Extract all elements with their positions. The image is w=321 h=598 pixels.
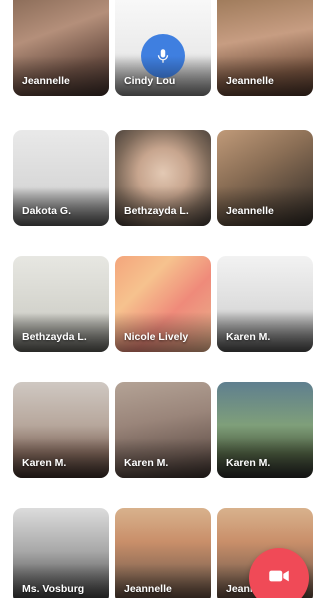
participant-tile[interactable]: Karen M.: [13, 382, 109, 478]
participant-name: Karen M.: [124, 457, 169, 469]
participant-name: Jeannelle: [226, 75, 274, 87]
participant-name: Nicole Lively: [124, 331, 189, 343]
participant-name: Jeannelle: [124, 583, 172, 595]
participant-tile[interactable]: Jeannelle: [217, 0, 313, 96]
participant-name: Karen M.: [226, 457, 271, 469]
participant-tile[interactable]: Karen M.: [115, 382, 211, 478]
participant-name: Ms. Vosburg: [22, 583, 85, 595]
participant-name: Bethzayda L.: [124, 205, 189, 217]
participant-tile[interactable]: Bethzayda L.: [115, 130, 211, 226]
participant-name: Dakota G.: [22, 205, 72, 217]
participant-tile[interactable]: Dakota G.: [13, 130, 109, 226]
participant-tile[interactable]: Jeannelle: [13, 0, 109, 96]
participant-tile[interactable]: Karen M.: [217, 382, 313, 478]
participant-tile[interactable]: Karen M.: [217, 256, 313, 352]
participant-tile[interactable]: Cindy Lou: [115, 0, 211, 96]
participant-name: Jeannelle: [22, 75, 70, 87]
participant-tile[interactable]: Ms. Vosburg: [13, 508, 109, 598]
participant-name: Karen M.: [226, 331, 271, 343]
participant-name: Bethzayda L.: [22, 331, 87, 343]
participant-name: Jeannelle: [226, 205, 274, 217]
video-camera-icon: [266, 563, 292, 594]
participant-tile[interactable]: Jeannelle: [217, 130, 313, 226]
participant-name: Cindy Lou: [124, 75, 176, 87]
participant-tile[interactable]: Bethzayda L.: [13, 256, 109, 352]
participant-name: Karen M.: [22, 457, 67, 469]
participant-tile[interactable]: Nicole Lively: [115, 256, 211, 352]
participant-grid: Jeannelle Cindy Lou Jeannelle Dakota G. …: [13, 0, 313, 598]
participant-tile[interactable]: Jeannelle: [115, 508, 211, 598]
